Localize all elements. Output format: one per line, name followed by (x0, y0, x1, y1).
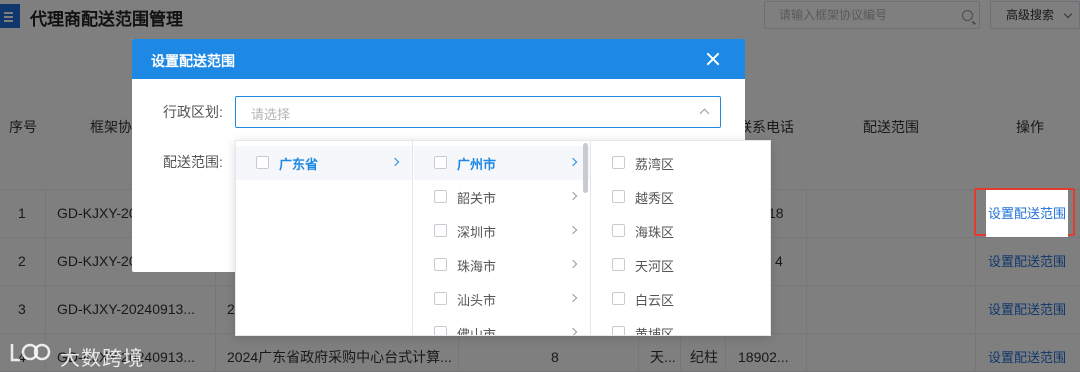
region-select-placeholder: 请选择 (251, 107, 291, 122)
district-column: 荔湾区 越秀区 海珠区 天河区 白云区 黄埔区 (592, 141, 770, 335)
district-label: 白云区 (635, 293, 675, 308)
chevron-right-icon (568, 259, 578, 269)
city-option[interactable]: 珠海市 (414, 248, 590, 282)
chevron-right-icon (390, 157, 400, 167)
watermark-text: 大数跨境 (60, 348, 144, 370)
city-option[interactable]: 深圳市 (414, 214, 590, 248)
checkbox[interactable] (612, 292, 625, 305)
chevron-up-icon (699, 108, 710, 119)
chevron-right-icon (568, 327, 578, 335)
city-scrollbar[interactable] (583, 143, 588, 193)
district-label: 越秀区 (635, 191, 675, 206)
chevron-right-icon (568, 191, 578, 201)
chevron-right-icon (568, 225, 578, 235)
checkbox[interactable] (434, 190, 447, 203)
province-label: 广东省 (279, 157, 319, 172)
province-column: 广东省 (236, 141, 413, 335)
city-label: 广州市 (457, 157, 497, 172)
district-label: 荔湾区 (635, 157, 675, 172)
city-label: 佛山市 (457, 327, 497, 335)
district-option[interactable]: 越秀区 (592, 180, 770, 214)
city-label: 韶关市 (457, 191, 497, 206)
district-option[interactable]: 白云区 (592, 282, 770, 316)
region-cascader: 广东省 广州市 韶关市 深圳市 珠海市 汕头市 佛山市 荔湾区 越秀区 海珠区 … (235, 140, 771, 336)
checkbox[interactable] (256, 156, 269, 169)
city-option[interactable]: 广州市 (414, 146, 590, 180)
close-icon[interactable] (706, 52, 720, 66)
checkbox[interactable] (612, 258, 625, 271)
scope-label: 配送范围: (163, 154, 223, 170)
region-label: 行政区划: (163, 104, 223, 120)
district-option[interactable]: 黄埔区 (592, 316, 770, 335)
city-label: 深圳市 (457, 225, 497, 240)
dialog-header: 设置配送范围 (132, 39, 745, 79)
watermark-logo-icon (10, 343, 51, 362)
checkbox[interactable] (612, 190, 625, 203)
district-label: 海珠区 (635, 225, 675, 240)
district-label: 天河区 (635, 259, 675, 274)
checkbox[interactable] (434, 292, 447, 305)
district-label: 黄埔区 (635, 327, 675, 335)
checkbox[interactable] (434, 326, 447, 335)
city-label: 汕头市 (457, 293, 497, 308)
city-option[interactable]: 汕头市 (414, 282, 590, 316)
city-column: 广州市 韶关市 深圳市 珠海市 汕头市 佛山市 (414, 141, 591, 335)
city-option[interactable]: 佛山市 (414, 316, 590, 335)
checkbox[interactable] (434, 258, 447, 271)
set-delivery-scope-link-highlighted[interactable]: 设置配送范围 (986, 190, 1069, 237)
city-label: 珠海市 (457, 259, 497, 274)
checkbox[interactable] (612, 224, 625, 237)
chevron-right-icon (568, 157, 578, 167)
checkbox[interactable] (434, 156, 447, 169)
city-option[interactable]: 韶关市 (414, 180, 590, 214)
chevron-right-icon (568, 293, 578, 303)
province-option[interactable]: 广东省 (236, 146, 412, 180)
dialog-title: 设置配送范围 (151, 53, 235, 69)
district-option[interactable]: 海珠区 (592, 214, 770, 248)
checkbox[interactable] (612, 326, 625, 335)
checkbox[interactable] (434, 224, 447, 237)
district-option[interactable]: 天河区 (592, 248, 770, 282)
checkbox[interactable] (612, 156, 625, 169)
region-select[interactable]: 请选择 (235, 96, 721, 128)
district-option[interactable]: 荔湾区 (592, 146, 770, 180)
